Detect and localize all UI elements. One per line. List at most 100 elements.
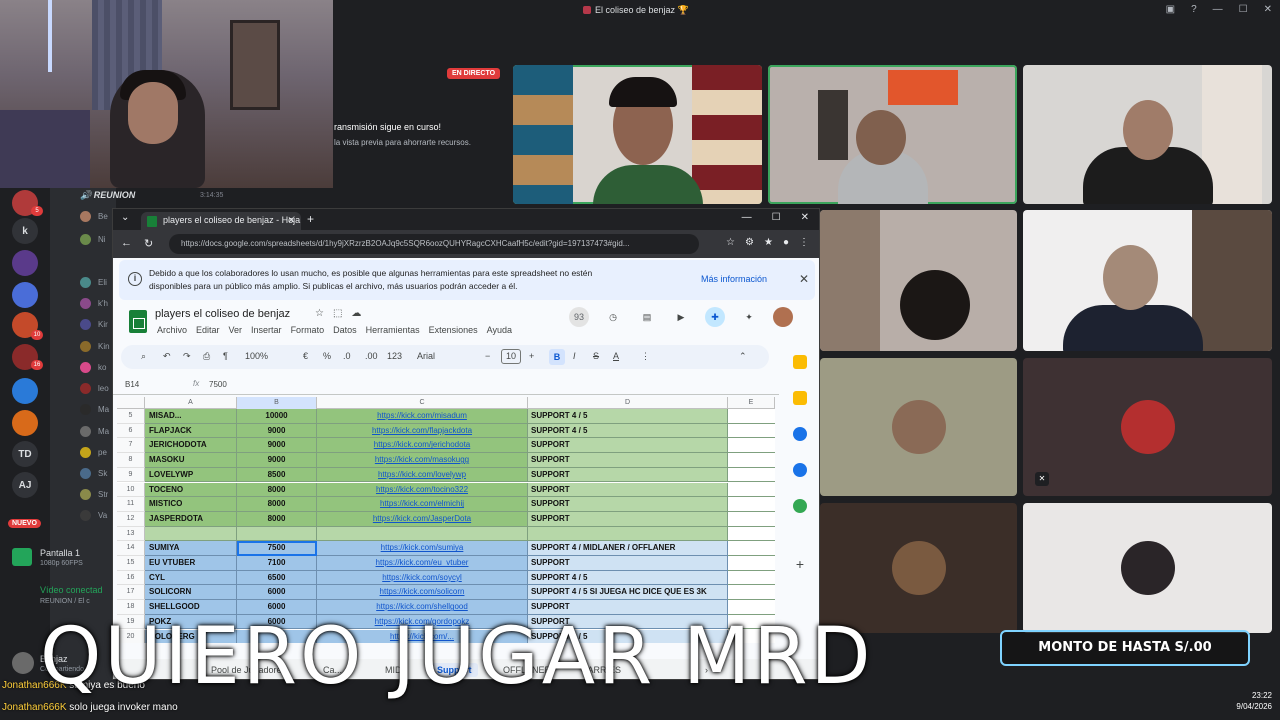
zoom-select[interactable]: 100% [245,351,268,361]
cell-link[interactable]: https://kick.com/JasperDota [317,511,528,527]
menu-item[interactable]: Herramientas [366,325,420,335]
cell-name[interactable]: SOLICORN [145,585,237,601]
row-number[interactable]: 11 [117,497,145,512]
cell-empty[interactable] [728,467,775,483]
cell-link[interactable]: https://kick.com/misadum [317,409,528,424]
contacts-icon[interactable] [793,463,807,477]
cell-role[interactable]: SUPPORT [528,556,728,571]
voice-user[interactable]: Ma [80,425,116,439]
voice-user[interactable]: pe [80,446,116,460]
cell-value[interactable]: 6500 [237,570,317,586]
server-icon[interactable]: TD [12,441,38,467]
cell-empty[interactable] [728,438,775,454]
minimize-button[interactable]: — [742,212,752,223]
cell-name[interactable]: TOCENO [145,482,237,498]
cell-role[interactable] [528,526,728,542]
video-tile-6[interactable] [820,358,1017,496]
server-icon[interactable]: k [12,218,38,244]
cell-link[interactable]: https://kick.com/soycyl [317,570,528,586]
row-number[interactable]: 5 [117,409,145,424]
menu-item[interactable]: Archivo [157,325,187,335]
video-tile-2[interactable] [768,65,1017,204]
doc-title[interactable]: players el coliseo de benjaz [155,308,290,320]
cell-empty[interactable] [728,511,775,527]
cell-role[interactable]: SUPPORT [528,467,728,483]
url-bar[interactable]: https://docs.google.com/spreadsheets/d/1… [169,234,699,254]
cell-empty[interactable] [728,541,775,556]
row-number[interactable]: 7 [117,438,145,454]
close-tab-icon[interactable]: ✕ [287,215,295,226]
cell-name[interactable]: FLAPJACK [145,423,237,439]
cell-role[interactable]: SUPPORT 4 / 5 [528,409,728,424]
cell-link[interactable] [317,526,528,542]
server-icon[interactable] [12,282,38,308]
browser-tab[interactable]: players el coliseo de benjaz - Hoja ✕ [141,212,301,230]
row-number[interactable]: 17 [117,585,145,601]
cell-empty[interactable] [728,526,775,542]
cell-role[interactable]: SUPPORT 4 / MIDLANER / OFFLANER [528,541,728,556]
voice-user[interactable]: Sk [80,467,116,481]
search-icon[interactable]: ⌕ [141,351,146,362]
cell-value[interactable]: 7500 [237,541,317,556]
menu-icon[interactable]: ⋮ [799,237,809,248]
column-header[interactable]: B [237,397,317,409]
cell-value[interactable]: 7100 [237,556,317,571]
cell-role[interactable]: SUPPORT [528,438,728,454]
cell-value[interactable]: 8000 [237,511,317,527]
name-box[interactable]: B14 [125,380,139,389]
back-icon[interactable]: ← [121,237,132,250]
cell-link[interactable]: https://kick.com/sumiya [317,541,528,556]
cell-link[interactable]: https://kick.com/masokugg [317,453,528,468]
cell-link[interactable]: https://kick.com/solicorn [317,585,528,601]
keep-icon[interactable] [793,391,807,405]
cell-value[interactable]: 10000 [237,409,317,424]
paint-format-icon[interactable]: ¶ [223,351,228,361]
row-number[interactable]: 9 [117,467,145,483]
account-avatar[interactable] [773,307,793,327]
column-header[interactable]: D [528,397,728,409]
percent-format[interactable]: % [323,351,331,361]
cell-role[interactable]: SUPPORT 4 / 5 [528,570,728,586]
help-icon[interactable]: ? [1191,4,1197,15]
cell-link[interactable]: https://kick.com/tocino322 [317,482,528,498]
cell-name[interactable] [145,526,237,542]
voice-user[interactable]: Ma [80,403,116,417]
more-info-link[interactable]: Más información [701,274,767,284]
row-number[interactable]: 14 [117,541,145,556]
cell-role[interactable]: SUPPORT 4 / 5 [528,423,728,439]
redo-icon[interactable]: ↷ [183,351,191,362]
voice-user[interactable]: leo [80,382,116,396]
cell-name[interactable]: EU VTUBER [145,556,237,571]
font-size-input[interactable]: 10 [501,349,521,364]
cell-empty[interactable] [728,497,775,512]
server-icon[interactable] [12,250,38,276]
meet-icon[interactable]: ▶ [671,307,691,327]
cell-role[interactable]: SUPPORT 4 / 5 SI JUEGA HC DICE QUE ES 3K [528,585,728,601]
number-format[interactable]: 123 [387,351,402,361]
row-number[interactable]: 16 [117,570,145,586]
bookmark-icon[interactable]: ★ [764,237,773,248]
move-icon[interactable]: ⬚ [333,308,342,319]
print-icon[interactable]: ⎙ [203,351,210,362]
close-button[interactable]: ✕ [801,212,809,223]
cell-empty[interactable] [728,585,775,601]
cell-name[interactable]: MISTICO [145,497,237,512]
inbox-icon[interactable]: ▣ [1166,4,1175,15]
cell-name[interactable]: CYL [145,570,237,586]
server-icon[interactable]: AJ [12,472,38,498]
cell-link[interactable]: https://kick.com/lovelywp [317,467,528,483]
minimize-button[interactable]: — [1213,4,1223,15]
cell-name[interactable]: MISAD... [145,409,237,424]
video-tile-7[interactable]: ✕ [1023,358,1272,496]
menu-item[interactable]: Datos [333,325,357,335]
cell-empty[interactable] [728,453,775,468]
voice-user[interactable]: Va [80,509,116,523]
tab-list-icon[interactable]: ⌄ [121,212,129,223]
cell-role[interactable]: SUPPORT [528,453,728,468]
new-tab-button[interactable]: + [307,212,314,226]
cloud-icon[interactable]: ☁ [351,308,361,319]
maximize-button[interactable]: ☐ [1239,4,1248,15]
cell-link[interactable]: https://kick.com/eu_vtuber [317,556,528,571]
gemini-icon[interactable]: ✦ [739,307,759,327]
row-number[interactable]: 6 [117,423,145,439]
